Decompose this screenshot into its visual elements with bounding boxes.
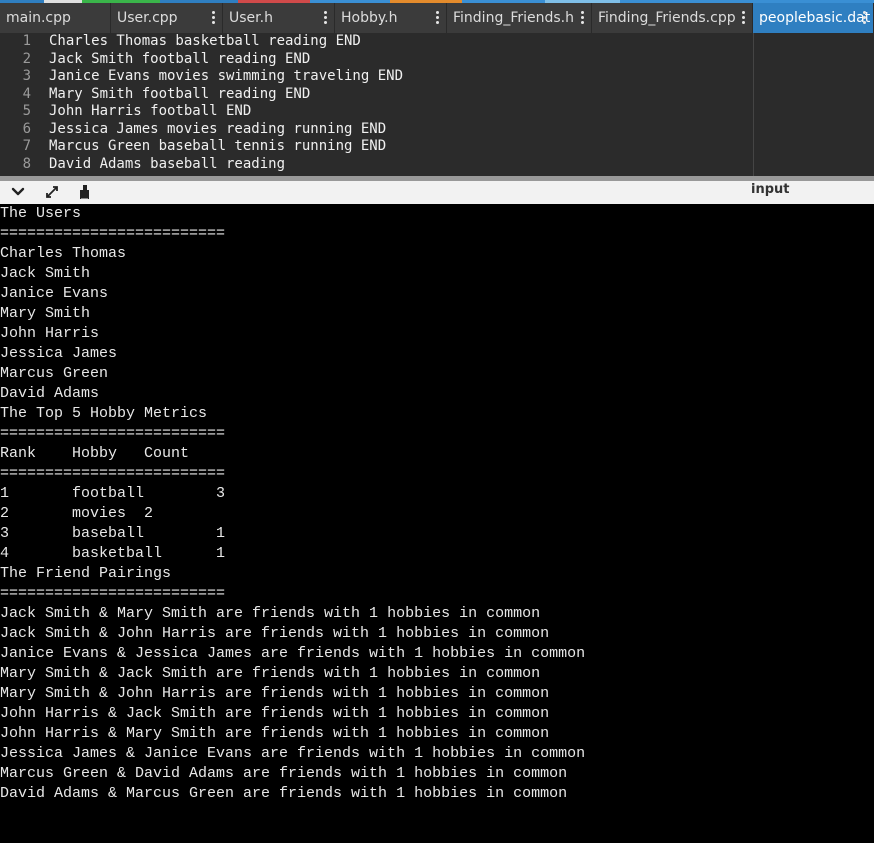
code-line: 2 Jack Smith football reading END: [0, 51, 874, 69]
console-line: 4 basketball 1: [0, 544, 874, 564]
tab-peoplebasic-dat[interactable]: peoplebasic.dat: [753, 3, 874, 33]
kebab-menu-icon[interactable]: [863, 11, 867, 25]
console-line: The Users: [0, 205, 82, 222]
clear-console-button[interactable]: [74, 183, 94, 201]
code-line: 1 Charles Thomas basketball reading END: [0, 33, 874, 51]
collapse-panel-button[interactable]: [8, 183, 28, 201]
line-number: 1: [22, 33, 31, 49]
console-line: Jack Smith & John Harris are friends wit…: [0, 625, 550, 642]
tab-label: Hobby.h: [341, 10, 398, 26]
kebab-menu-icon[interactable]: [436, 11, 440, 25]
console-line: John Harris & Mary Smith are friends wit…: [0, 725, 550, 742]
console-line: =========================: [0, 585, 226, 602]
tab-finding-friends-cpp[interactable]: Finding_Friends.cpp: [592, 3, 753, 33]
count-cell: 1: [216, 525, 226, 542]
rank-cell: 4: [0, 545, 10, 562]
code-line: 7 Marcus Green baseball tennis running EN…: [0, 138, 874, 156]
expand-panel-button[interactable]: [42, 183, 62, 201]
code-line: 5 John Harris football END: [0, 103, 874, 121]
hobby-cell: movies 2: [72, 505, 154, 522]
code-text: David Adams baseball reading: [49, 155, 286, 172]
line-number: 3: [22, 68, 31, 84]
count-cell: 1: [216, 545, 226, 562]
rank-cell: 2: [0, 505, 10, 522]
console-line: =========================: [0, 225, 226, 242]
line-number: 8: [22, 155, 31, 172]
console-line: Charles Thomas: [0, 245, 127, 262]
console-line: Marcus Green & David Adams are friends w…: [0, 765, 568, 782]
console-line: Janice Evans: [0, 285, 109, 302]
console-line: Mary Smith & Jack Smith are friends with…: [0, 665, 541, 682]
console-line: Jack Smith: [0, 265, 91, 282]
code-text: Charles Thomas basketball reading END: [49, 33, 361, 49]
console-line: David Adams: [0, 385, 100, 402]
rank-cell: Rank: [0, 445, 37, 462]
console-line: Janice Evans & Jessica James are friends…: [0, 645, 586, 662]
tab-finding-friends-h[interactable]: Finding_Friends.h: [447, 3, 592, 33]
rank-cell: 1: [0, 485, 10, 502]
kebab-menu-icon[interactable]: [212, 11, 216, 25]
panel-title: input: [751, 182, 790, 197]
file-tab-bar: main.cpp User.cpp User.h Hobby.h Finding_Fri…: [0, 0, 874, 33]
tab-label: main.cpp: [6, 10, 71, 26]
count-cell: 3: [216, 485, 226, 502]
tab-label: peoplebasic.dat: [759, 10, 871, 26]
console-line: Marcus Green: [0, 365, 109, 382]
code-text: Mary Smith football reading END: [49, 85, 311, 102]
tab-hobby-h[interactable]: Hobby.h: [335, 3, 447, 33]
code-text: Janice Evans movies swimming traveling E…: [49, 68, 404, 84]
line-number: 7: [22, 138, 31, 154]
code-line: 6 Jessica James movies reading running EN…: [0, 121, 874, 139]
hobby-cell: baseball: [72, 525, 145, 542]
chevron-down-icon: [11, 187, 25, 196]
hobby-cell: football: [72, 485, 145, 502]
console-line: The Top 5 Hobby Metrics: [0, 405, 208, 422]
clear-icon: [80, 185, 89, 200]
tab-user-h[interactable]: User.h: [223, 3, 335, 33]
code-text: Marcus Green baseball tennis running END: [49, 138, 387, 154]
code-text: Jessica James movies reading running END: [49, 120, 387, 137]
console-line: =========================: [0, 465, 226, 482]
hobby-cell: basketball: [72, 545, 163, 562]
code-line: 8 David Adams baseball reading: [0, 156, 874, 174]
console-line: 3 baseball 1: [0, 524, 874, 544]
rank-cell: 3: [0, 525, 10, 542]
console-line: Jessica James: [0, 345, 118, 362]
code-editor[interactable]: 1 Charles Thomas basketball reading END 2 J…: [0, 33, 874, 176]
console-line: The Friend Pairings: [0, 565, 172, 582]
tab-label: Finding_Friends.cpp: [598, 10, 736, 26]
console-line: John Harris: [0, 325, 100, 342]
console-line: =========================: [0, 425, 226, 442]
console-line: Jack Smith & Mary Smith are friends with…: [0, 605, 541, 622]
tab-label: Finding_Friends.h: [453, 10, 575, 26]
kebab-menu-icon[interactable]: [742, 11, 746, 25]
kebab-menu-icon[interactable]: [581, 11, 585, 25]
code-line: 3 Janice Evans movies swimming traveling …: [0, 68, 874, 86]
code-line: 4 Mary Smith football reading END: [0, 86, 874, 104]
code-text: Jack Smith football reading END: [49, 50, 311, 67]
console-line: 2 movies 2: [0, 504, 874, 524]
console-line: Jessica James & Janice Evans are friends…: [0, 745, 586, 762]
tab-label: User.cpp: [117, 10, 178, 26]
line-number: 5: [22, 103, 31, 119]
console-line: Rank Hobby Count: [0, 444, 874, 464]
tab-main-cpp[interactable]: main.cpp: [0, 3, 111, 33]
code-text: John Harris football END: [49, 103, 252, 119]
tab-label: User.h: [229, 10, 273, 26]
kebab-menu-icon[interactable]: [324, 11, 328, 25]
line-number: 6: [22, 120, 31, 137]
console-line: 1 football 3: [0, 484, 874, 504]
console-line: Mary Smith & John Harris are friends wit…: [0, 685, 550, 702]
tab-user-cpp[interactable]: User.cpp: [111, 3, 223, 33]
console-line: John Harris & Jack Smith are friends wit…: [0, 705, 550, 722]
expand-icon: [46, 186, 58, 198]
console-output: The Users ========================= Charle…: [0, 204, 874, 843]
count-cell: Count: [144, 445, 190, 462]
hobby-cell: Hobby: [72, 445, 118, 462]
line-number: 2: [22, 50, 31, 67]
line-number: 4: [22, 85, 31, 102]
console-line: Mary Smith: [0, 305, 91, 322]
console-line: David Adams & Marcus Green are friends w…: [0, 785, 568, 802]
console-panel-header: input: [0, 181, 874, 204]
